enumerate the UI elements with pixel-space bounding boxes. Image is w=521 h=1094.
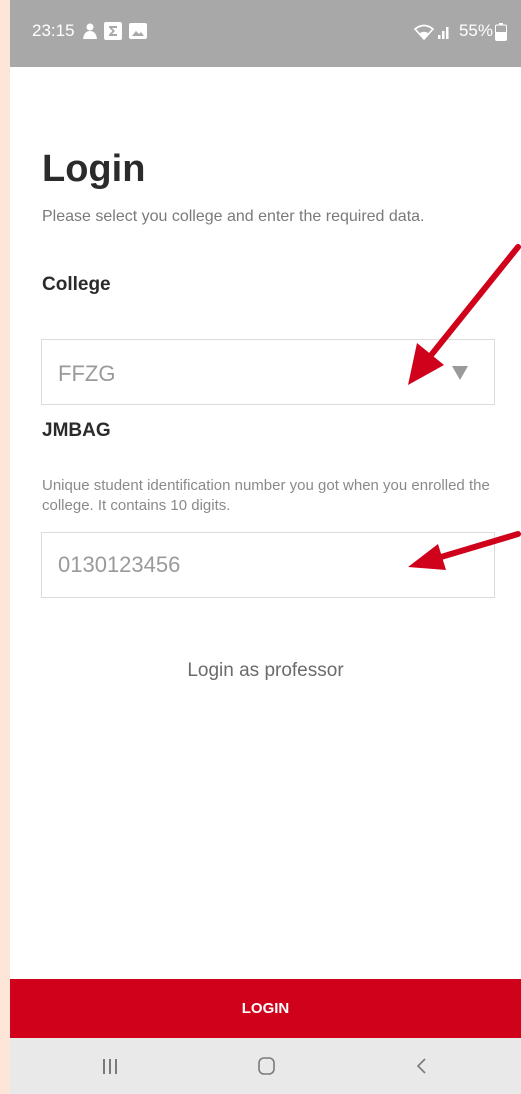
- login-button[interactable]: LOGIN: [10, 979, 521, 1038]
- annotation-arrow-jmbag: [408, 531, 521, 570]
- phone-screen: 23:15 55% Login Please select you colleg…: [10, 0, 521, 1094]
- nav-home-button[interactable]: [221, 1038, 311, 1094]
- nav-back-button[interactable]: [376, 1038, 466, 1094]
- recent-apps-icon: [103, 1059, 117, 1074]
- back-icon: [416, 1058, 426, 1074]
- nav-recent-apps-button[interactable]: [65, 1038, 155, 1094]
- navigation-bar: [10, 1038, 521, 1094]
- annotation-arrows: [408, 244, 521, 570]
- home-icon: [258, 1057, 275, 1075]
- annotation-arrow-college: [408, 244, 521, 385]
